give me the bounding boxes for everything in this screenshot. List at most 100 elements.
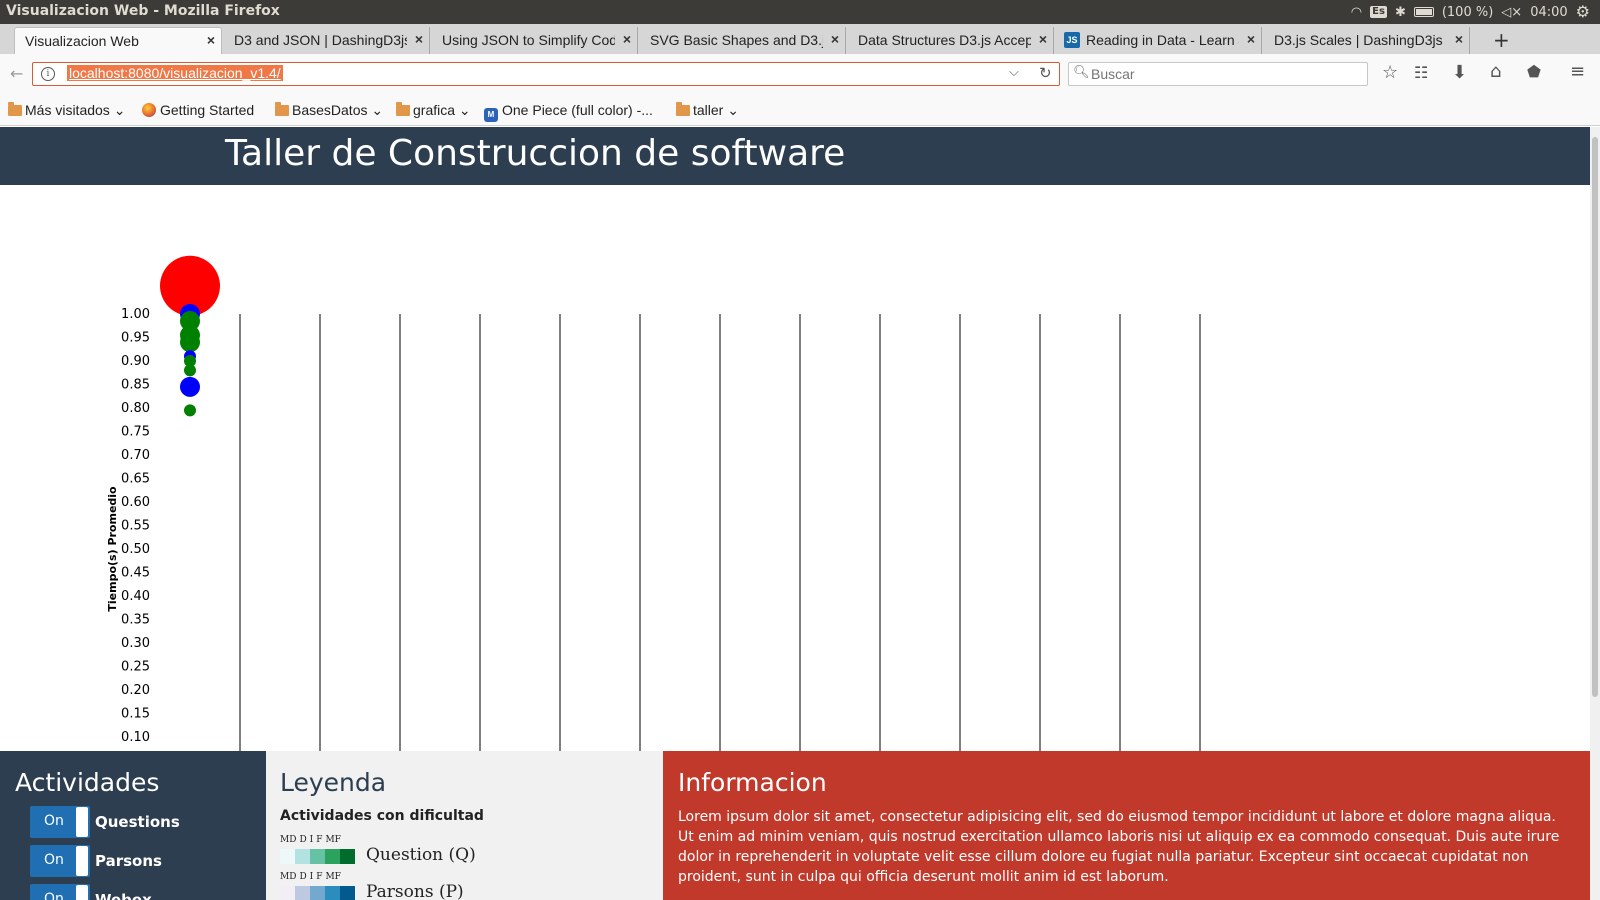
bookmark-one-piece[interactable]: M One Piece (full color) -... [484, 102, 653, 122]
legend-swatch [340, 886, 355, 900]
y-tick-label: 0.25 [121, 660, 150, 675]
y-tick-label: 0.40 [121, 589, 150, 604]
abbr-f: F [316, 835, 323, 845]
difficulty-abbreviations: MD D I F MF [280, 835, 344, 845]
bookmark-star-icon[interactable]: ☆ [1382, 62, 1398, 83]
legend-swatch [340, 849, 355, 864]
y-tick-label: 0.30 [121, 636, 150, 651]
url-bar[interactable]: i localhost:8080/visualizacion_v1.4/ ⌵ ↻ [32, 62, 1060, 86]
bookmark-label: Más visitados [25, 102, 110, 118]
tab-label: Using JSON to Simplify Code [442, 32, 615, 48]
os-titlebar: Visualizacion Web - Mozilla Firefox ◠ Es… [0, 0, 1600, 24]
tab-label: Reading in Data - Learn JS [1086, 32, 1239, 48]
close-icon[interactable]: × [831, 31, 839, 47]
toggle-knob [76, 807, 88, 837]
close-icon[interactable]: × [623, 31, 631, 47]
legend-swatch [280, 849, 295, 864]
bookmark-folder-taller[interactable]: taller ⌄ [676, 102, 739, 119]
webex-toggle[interactable]: On [30, 884, 90, 900]
new-tab-icon[interactable]: + [1493, 28, 1510, 52]
bookmark-folder-mas-visitados[interactable]: Más visitados ⌄ [8, 102, 125, 119]
tab-label: D3 and JSON | DashingD3js [234, 32, 407, 48]
tab-label: Visualizacion Web [25, 33, 139, 49]
keyboard-layout-indicator[interactable]: Es [1370, 6, 1387, 18]
search-icon: 🔍︎ [1073, 65, 1090, 80]
scrollbar-thumb[interactable] [1592, 137, 1598, 697]
folder-icon [676, 102, 690, 116]
download-icon[interactable]: ⬇ [1452, 62, 1467, 83]
gear-icon[interactable]: ⚙ [1576, 4, 1590, 20]
color-scale [280, 849, 355, 864]
legend-label: Question (Q) [366, 845, 476, 865]
toggle-state: On [44, 852, 64, 868]
pocket-icon[interactable]: ⬟ [1527, 62, 1541, 81]
bookmark-label: BasesDatos [292, 102, 368, 118]
abbr-md: MD [280, 835, 297, 845]
y-tick-label: 1.00 [121, 307, 150, 322]
battery-icon[interactable] [1413, 7, 1434, 17]
bookmark-label: One Piece (full color) -... [502, 102, 653, 118]
abbr-d: D [299, 872, 307, 882]
y-axis-label: Tiempo(s) Promedio [106, 486, 119, 612]
home-icon[interactable]: ⌂ [1490, 61, 1501, 82]
back-arrow-icon[interactable]: ← [10, 64, 23, 83]
tab-reading-in-data[interactable]: JS Reading in Data - Learn JS × [1056, 27, 1262, 54]
search-input[interactable] [1091, 65, 1361, 83]
navigation-toolbar: ← i localhost:8080/visualizacion_v1.4/ ⌵… [0, 54, 1600, 94]
abbr-f: F [316, 872, 323, 882]
close-icon[interactable]: × [207, 32, 215, 48]
tab-d3-scales[interactable]: D3.js Scales | DashingD3js × [1264, 27, 1470, 54]
tab-svg-basic-shapes[interactable]: SVG Basic Shapes and D3.js × [640, 27, 846, 54]
reload-icon[interactable]: ↻ [1039, 64, 1052, 82]
abbr-md: MD [280, 872, 297, 882]
legend-swatch [325, 849, 340, 864]
search-box[interactable]: 🔍︎ [1068, 62, 1368, 86]
leyenda-panel: Leyenda Actividades con dificultad MD D I F… [266, 751, 663, 900]
legend-swatch [295, 886, 310, 900]
reading-list-icon[interactable]: ☷ [1414, 63, 1428, 82]
bluetooth-icon[interactable]: ✱ [1395, 6, 1406, 19]
leyenda-title: Leyenda [280, 768, 387, 797]
abbr-i: I [309, 835, 314, 845]
tab-label: Data Structures D3.js Accepts [858, 32, 1031, 48]
difficulty-abbreviations: MD D I F MF [280, 872, 344, 882]
chevron-down-icon[interactable]: ⌵ [1009, 65, 1019, 80]
folder-icon [275, 102, 289, 116]
legend-swatch [280, 886, 295, 900]
clock[interactable]: 04:00 [1530, 6, 1567, 19]
volume-muted-icon[interactable]: ◁× [1501, 6, 1522, 19]
tab-using-json[interactable]: Using JSON to Simplify Code × [432, 27, 638, 54]
tab-d3-and-json[interactable]: D3 and JSON | DashingD3js × [224, 27, 430, 54]
abbr-mf: MF [325, 835, 341, 845]
y-tick-label: 0.55 [121, 519, 150, 534]
wifi-icon[interactable]: ◠ [1351, 6, 1362, 19]
parsons-toggle[interactable]: On [30, 845, 90, 877]
actividades-panel: Actividades On Questions On Parsons On W… [0, 751, 266, 900]
close-icon[interactable]: × [1039, 31, 1047, 47]
y-tick-label: 0.90 [121, 354, 150, 369]
bookmark-site-icon: M [484, 108, 498, 122]
y-tick-label: 0.70 [121, 448, 150, 463]
tab-data-structures[interactable]: Data Structures D3.js Accepts × [848, 27, 1054, 54]
close-icon[interactable]: × [415, 31, 423, 47]
bookmark-label: taller [693, 102, 724, 118]
y-tick-label: 0.45 [121, 566, 150, 581]
close-icon[interactable]: × [1247, 31, 1255, 47]
informacion-panel: Informacion Lorem ipsum dolor sit amet, … [663, 751, 1590, 900]
questions-toggle[interactable]: On [30, 806, 90, 838]
page-scrollbar[interactable] [1590, 127, 1600, 900]
close-icon[interactable]: × [1455, 31, 1463, 47]
bookmark-getting-started[interactable]: Getting Started [142, 102, 254, 118]
bookmark-folder-basesdatos[interactable]: BasesDatos ⌄ [275, 102, 383, 119]
window-title: Visualizacion Web - Mozilla Firefox [6, 3, 280, 19]
hamburger-menu-icon[interactable]: ≡ [1570, 61, 1585, 82]
toggle-knob [76, 846, 88, 876]
bookmark-folder-grafica[interactable]: grafica ⌄ [396, 102, 471, 119]
battery-percent: (100 %) [1441, 4, 1494, 20]
url-text[interactable]: localhost:8080/visualizacion_v1.4/ [67, 65, 283, 81]
toggle-label: Webex [95, 891, 152, 900]
toggle-knob [76, 885, 88, 900]
y-tick-label: 0.50 [121, 542, 150, 557]
tab-visualizacion-web[interactable]: Visualizacion Web × [14, 27, 222, 54]
info-icon[interactable]: i [41, 67, 55, 81]
